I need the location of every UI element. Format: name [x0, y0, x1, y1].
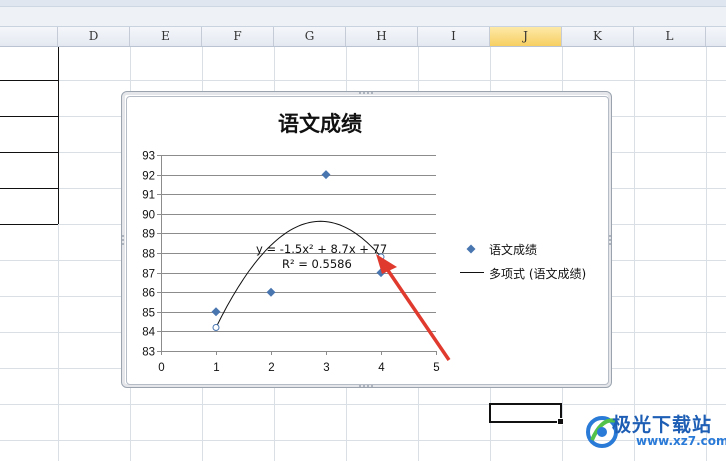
active-cell-selection[interactable]	[489, 403, 564, 425]
trendline-endpoint[interactable]	[212, 323, 220, 331]
watermark-text: 极光下载站	[612, 414, 713, 436]
trendline-equation[interactable]: y = -1.5x² + 8.7x + 77	[256, 242, 387, 256]
red-arrow-annotation	[376, 254, 451, 361]
chart-plot-area[interactable]: 83 84 85 86 87 88 89 90 91 92 93 0 1 2 3 4 5	[0, 0, 726, 461]
trendline-r-squared[interactable]: R² = 0.5586	[282, 257, 352, 271]
y-tick-label: 86	[142, 288, 155, 300]
x-tick-label: 1	[213, 362, 219, 374]
legend-series-marker[interactable]	[466, 244, 476, 254]
x-tick-label: 2	[268, 362, 274, 374]
y-tick-label: 91	[142, 190, 155, 202]
y-tick-label: 93	[142, 151, 155, 163]
y-tick-label: 84	[142, 327, 155, 339]
data-point[interactable]	[266, 287, 276, 297]
fill-handle[interactable]	[557, 418, 564, 425]
legend-series-label[interactable]: 语文成绩	[489, 241, 537, 258]
chart-resize-handles[interactable]	[122, 92, 611, 387]
data-point[interactable]	[211, 307, 221, 317]
y-tick-label: 90	[142, 210, 155, 222]
y-tick-label: 87	[142, 269, 155, 281]
trendline-curve[interactable]	[215, 220, 382, 328]
x-tick-label: 0	[158, 362, 164, 374]
y-tick-label: 89	[142, 229, 155, 241]
y-tick-label: 92	[142, 171, 155, 183]
y-tick-label: 83	[142, 347, 155, 359]
watermark-url: www.xz7.com	[636, 434, 726, 448]
x-tick-label: 3	[323, 362, 329, 374]
x-tick-label: 4	[378, 362, 385, 374]
legend-trendline-label[interactable]: 多项式 (语文成绩)	[489, 265, 586, 282]
y-tick-label: 85	[142, 308, 155, 320]
x-tick-label: 5	[433, 362, 439, 374]
data-point[interactable]	[321, 170, 331, 180]
y-tick-label: 88	[142, 249, 155, 261]
